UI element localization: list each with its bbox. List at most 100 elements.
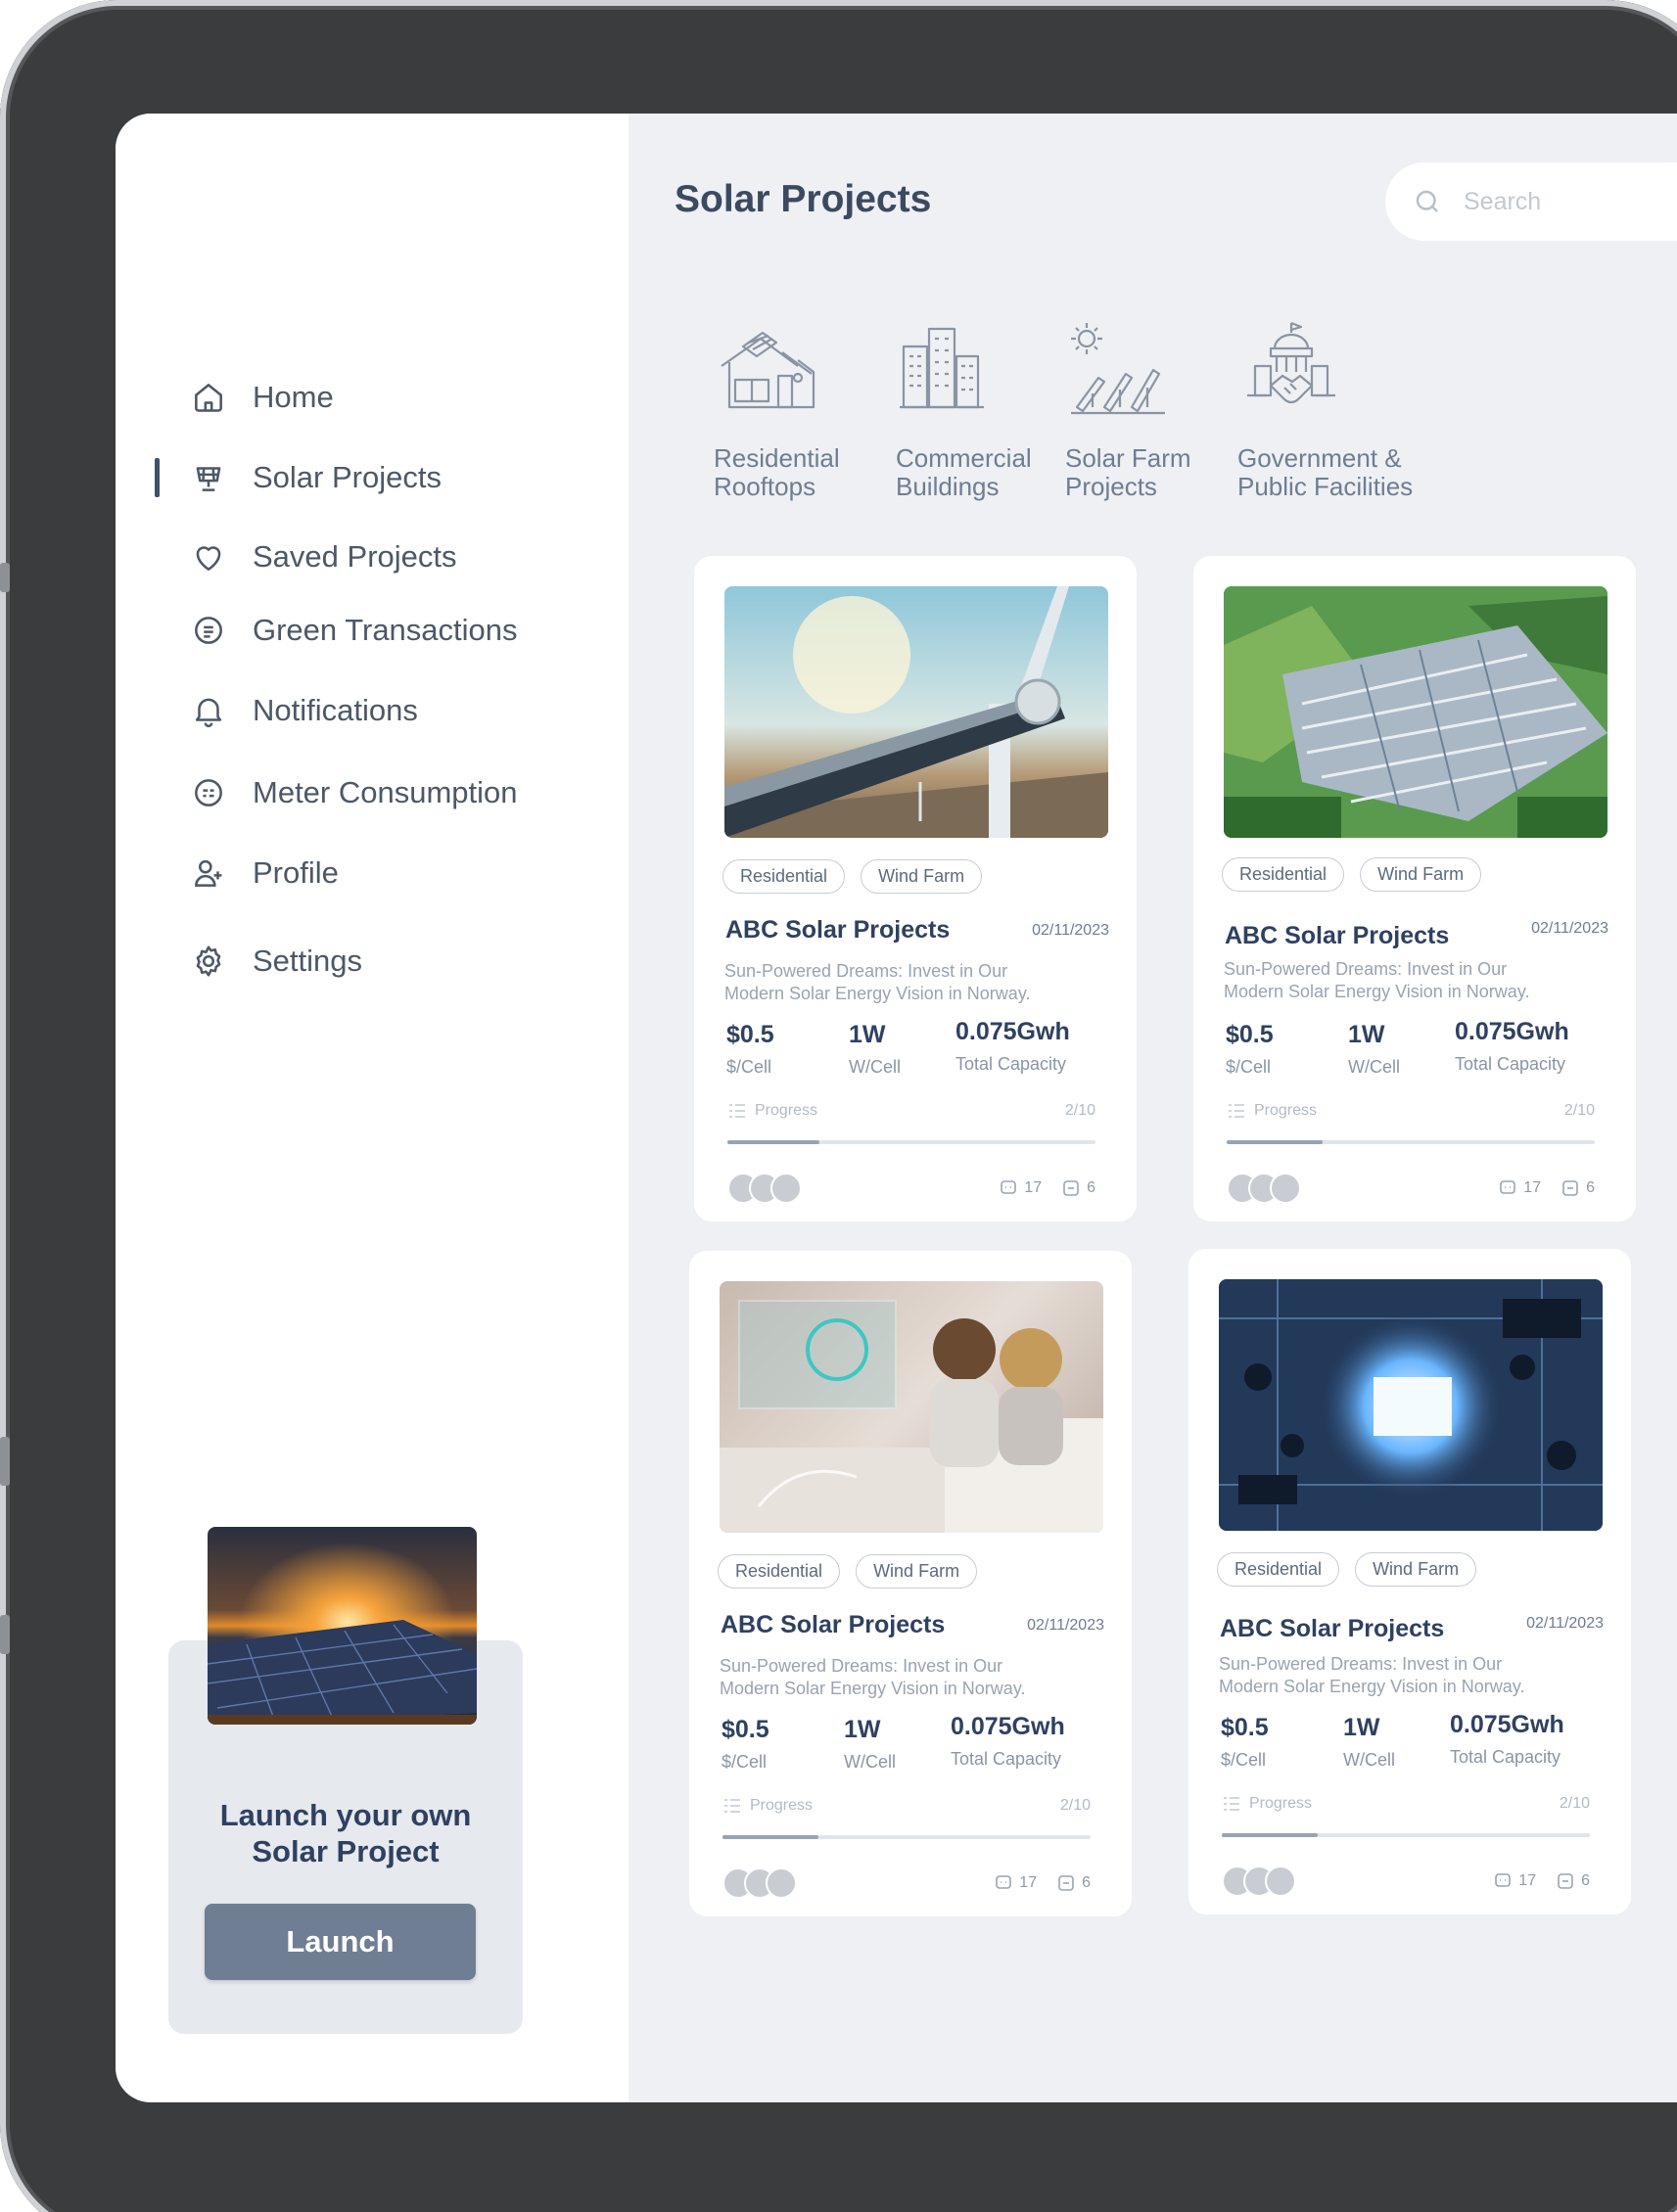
stat-unit: Total Capacity <box>955 1054 1067 1074</box>
file-count[interactable]: 6 <box>1056 1873 1091 1893</box>
card-title[interactable]: ABC Solar Projects <box>725 916 950 945</box>
sidebar-item-solar-projects[interactable]: Solar Projects <box>190 456 442 499</box>
comment-count-value: 17 <box>1523 1179 1542 1196</box>
member-avatars[interactable] <box>1227 1173 1315 1204</box>
category-government-public[interactable]: Government & Public Facilities <box>1237 317 1453 501</box>
card-description: Sun-Powered Dreams: Invest in Our Modern… <box>1224 958 1596 1003</box>
sidebar-item-label: Solar Projects <box>253 460 442 494</box>
card-counts: 17 6 <box>994 1873 1091 1893</box>
stat-unit: W/Cell <box>849 1057 901 1077</box>
member-avatars[interactable] <box>1222 1866 1310 1897</box>
search-input[interactable] <box>1464 187 1659 216</box>
tag-wind-farm[interactable]: Wind Farm <box>1360 857 1482 892</box>
solar-field-aerial-image <box>1224 586 1607 838</box>
tag-list: Residential Wind Farm <box>1222 857 1482 892</box>
project-card[interactable]: Residential Wind Farm ABC Solar Projects… <box>1188 1249 1631 1914</box>
sidebar-item-saved-projects[interactable]: Saved Projects <box>190 535 457 578</box>
solar-field-illustration <box>1224 586 1607 838</box>
card-description-line: Modern Solar Energy Vision in Norway. <box>724 984 1031 1003</box>
category-label-line: Public Facilities <box>1237 472 1414 501</box>
stat-value: 0.075Gwh <box>1450 1711 1564 1738</box>
stat-value: $0.5 <box>726 1021 774 1048</box>
card-title[interactable]: ABC Solar Projects <box>1220 1615 1444 1643</box>
chat-icon <box>996 1875 1012 1889</box>
tag-residential[interactable]: Residential <box>1217 1552 1340 1587</box>
card-description: Sun-Powered Dreams: Invest in Our Modern… <box>1219 1653 1591 1698</box>
card-title[interactable]: ABC Solar Projects <box>1225 922 1449 950</box>
sidebar-item-label: Notifications <box>253 693 418 727</box>
sidebar-item-settings[interactable]: Settings <box>190 940 362 983</box>
card-counts: 17 6 <box>999 1178 1095 1198</box>
file-count[interactable]: 6 <box>1561 1178 1595 1198</box>
solar-farm-icon <box>1071 323 1165 415</box>
launch-button[interactable]: Launch <box>205 1904 476 1980</box>
tag-residential[interactable]: Residential <box>1222 857 1345 892</box>
card-date: 02/11/2023 <box>1526 1615 1604 1632</box>
comment-count[interactable]: 17 <box>994 1873 1037 1893</box>
progress-fill <box>1227 1140 1323 1144</box>
sidebar-item-profile[interactable]: Profile <box>190 852 339 895</box>
card-title[interactable]: ABC Solar Projects <box>721 1611 945 1639</box>
card-description-line: Sun-Powered Dreams: Invest in Our <box>724 961 1008 981</box>
stat-capacity: 0.075Gwh Total Capacity <box>1455 1018 1569 1075</box>
progress-count: 2/10 <box>1563 1102 1595 1119</box>
sidebar-item-label: Profile <box>253 855 339 890</box>
member-avatars[interactable] <box>727 1173 815 1204</box>
file-count[interactable]: 6 <box>1556 1871 1590 1891</box>
stat-price: $0.5 $/Cell <box>1221 1714 1269 1771</box>
stat-watt: 1W W/Cell <box>849 1021 901 1078</box>
project-card[interactable]: Residential Wind Farm ABC Solar Projects… <box>689 1251 1132 1916</box>
progress-row: Progress 2/10 <box>1222 1795 1590 1813</box>
tag-wind-farm[interactable]: Wind Farm <box>856 1554 978 1589</box>
government-handshake-icon <box>1247 321 1335 404</box>
sidebar-item-label: Saved Projects <box>253 539 457 574</box>
file-count[interactable]: 6 <box>1061 1178 1095 1198</box>
stat-price: $0.5 $/Cell <box>726 1021 774 1078</box>
search-box[interactable] <box>1385 162 1677 241</box>
stat-price: $0.5 $/Cell <box>722 1716 769 1773</box>
tag-wind-farm[interactable]: Wind Farm <box>1355 1552 1477 1587</box>
tag-residential[interactable]: Residential <box>718 1554 841 1589</box>
progress-fill <box>722 1835 818 1839</box>
comment-count[interactable]: 17 <box>999 1178 1042 1198</box>
smart-home-illustration <box>720 1300 1103 1533</box>
progress-bar <box>1227 1140 1595 1144</box>
active-nav-indicator <box>155 458 160 497</box>
stat-value: 1W <box>844 1716 881 1743</box>
comment-count[interactable]: 17 <box>1493 1871 1536 1891</box>
card-description-line: Sun-Powered Dreams: Invest in Our <box>1219 1654 1503 1674</box>
progress-label: Progress <box>755 1102 818 1119</box>
project-card[interactable]: Residential Wind Farm ABC Solar Projects… <box>1193 556 1636 1221</box>
avatar <box>766 1867 797 1899</box>
sidebar-item-home[interactable]: Home <box>190 376 334 419</box>
progress-label: Progress <box>1249 1795 1313 1812</box>
sidebar-item-meter-consumption[interactable]: Meter Consumption <box>190 771 518 814</box>
card-description-line: Modern Solar Energy Vision in Norway. <box>1224 982 1530 1001</box>
stat-unit: $/Cell <box>1226 1057 1272 1077</box>
chat-icon <box>1495 1873 1512 1887</box>
progress-label-group: Progress <box>722 1797 813 1815</box>
tag-residential[interactable]: Residential <box>722 859 846 894</box>
tag-wind-farm[interactable]: Wind Farm <box>861 859 983 894</box>
stat-unit: Total Capacity <box>1455 1054 1566 1074</box>
project-card[interactable]: Residential Wind Farm ABC Solar Projects… <box>694 556 1137 1221</box>
sidebar-item-notifications[interactable]: Notifications <box>190 689 418 732</box>
wind-turbine-image <box>724 586 1108 838</box>
progress-bar <box>722 1835 1091 1839</box>
member-avatars[interactable] <box>722 1867 811 1899</box>
solar-sunset-image <box>208 1527 477 1725</box>
smart-home-couple-image <box>720 1281 1103 1533</box>
home-icon <box>195 384 222 412</box>
category-label: Government & Public Facilities <box>1237 444 1453 501</box>
stat-unit: $/Cell <box>726 1057 772 1077</box>
checklist-icon <box>724 1799 740 1813</box>
stat-watt: 1W W/Cell <box>1348 1021 1400 1078</box>
progress-row: Progress 2/10 <box>722 1797 1091 1815</box>
stat-value: 1W <box>849 1021 886 1048</box>
avatar <box>770 1173 802 1204</box>
comment-count[interactable]: 17 <box>1498 1178 1541 1198</box>
file-count-value: 6 <box>1586 1179 1595 1196</box>
card-date: 02/11/2023 <box>1531 920 1608 937</box>
sidebar-item-green-transactions[interactable]: Green Transactions <box>190 609 518 652</box>
progress-label: Progress <box>1254 1102 1318 1119</box>
